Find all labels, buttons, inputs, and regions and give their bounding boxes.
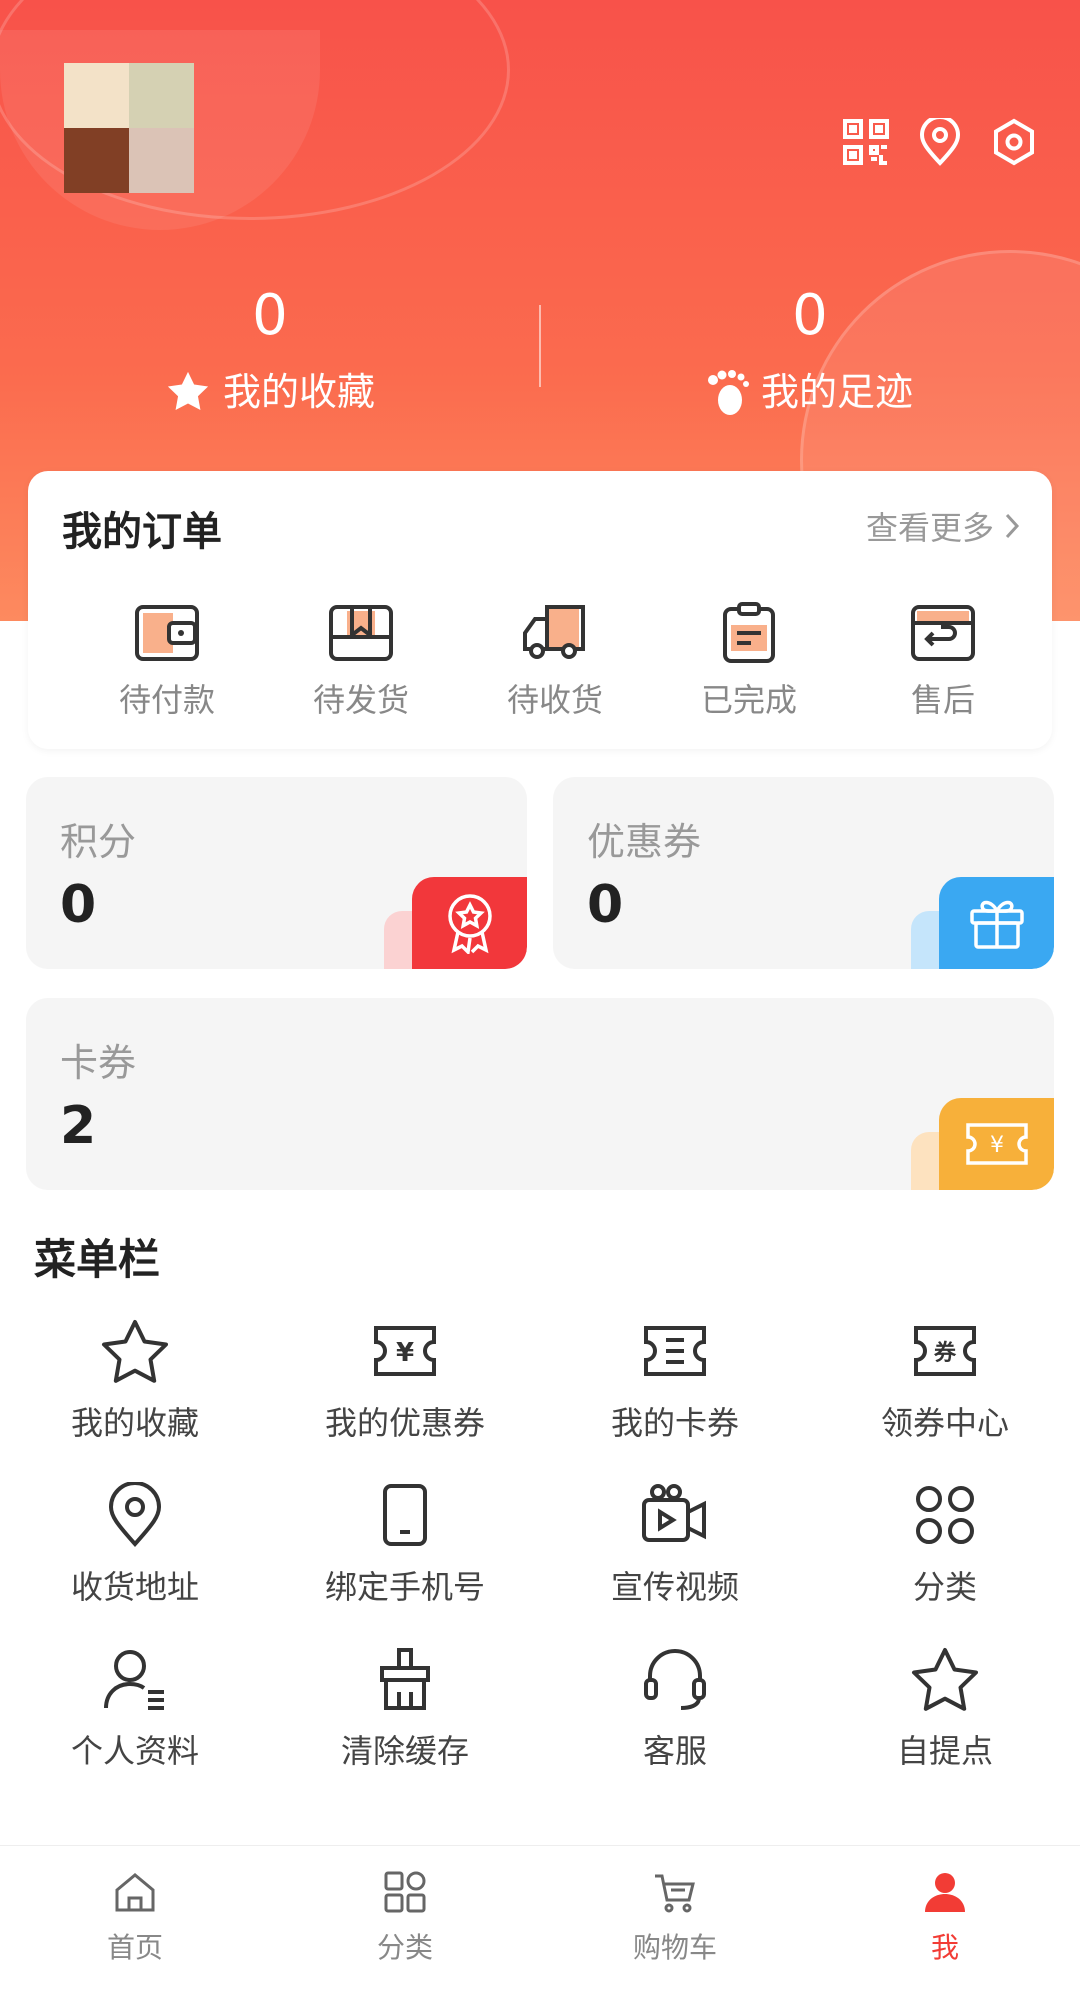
- menu-label: 宣传视频: [610, 1568, 739, 1606]
- footprints-stat[interactable]: 0 我的足迹: [540, 278, 1080, 422]
- card-ticket-icon: [644, 1326, 706, 1376]
- menu-item-customer-service[interactable]: 客服: [540, 1646, 810, 1810]
- star-outline-icon: [912, 1648, 978, 1711]
- menu-title: 菜单栏: [34, 1235, 161, 1284]
- menu-item-clear-cache[interactable]: 清除缓存: [270, 1646, 540, 1810]
- order-pending-receipt[interactable]: 待收货: [458, 601, 652, 721]
- gift-icon: [939, 877, 1054, 969]
- coupon-center-icon: 券: [914, 1326, 976, 1376]
- favorites-stat[interactable]: 0 我的收藏: [0, 278, 540, 422]
- cards-value: 2: [60, 1096, 97, 1156]
- star-icon: [102, 1320, 168, 1383]
- menu-item-address[interactable]: 收货地址: [0, 1482, 270, 1646]
- header-actions: [842, 118, 1038, 166]
- tab-label: 首页: [106, 1931, 163, 1964]
- tab-label: 购物车: [632, 1931, 717, 1964]
- yen-ticket-icon: ¥: [374, 1326, 436, 1376]
- order-label: 售后: [910, 681, 975, 719]
- order-pending-shipment[interactable]: 待发货: [264, 601, 458, 721]
- menu-label: 个人资料: [70, 1732, 199, 1770]
- settings-icon[interactable]: [990, 118, 1038, 166]
- menu-item-favorites[interactable]: 我的收藏: [0, 1318, 270, 1482]
- menu-item-my-coupons[interactable]: ¥ 我的优惠券: [270, 1318, 540, 1482]
- order-completed[interactable]: 已完成: [652, 601, 846, 721]
- wallet-icon: [135, 605, 199, 661]
- menu-item-profile[interactable]: 个人资料: [0, 1646, 270, 1810]
- card-ticket-card[interactable]: 卡券 2 ¥: [26, 998, 1054, 1190]
- after-sale-icon: [911, 605, 975, 661]
- location-icon[interactable]: [916, 118, 964, 166]
- menu-item-pickup-point[interactable]: 自提点: [810, 1646, 1080, 1810]
- svg-text:¥: ¥: [396, 1338, 414, 1368]
- menu-label: 我的收藏: [70, 1404, 199, 1442]
- clipboard-icon: [723, 602, 775, 663]
- order-label: 待收货: [506, 681, 603, 719]
- coupons-label: 优惠券: [587, 820, 702, 864]
- phone-icon: [383, 1484, 427, 1546]
- ticket-icon: ¥: [939, 1098, 1054, 1190]
- package-icon: [329, 605, 393, 661]
- menu-label: 我的优惠券: [324, 1404, 485, 1442]
- broom-icon: [380, 1648, 430, 1710]
- cart-icon: [655, 1874, 695, 1913]
- order-label: 已完成: [700, 681, 797, 719]
- menu-label: 我的卡券: [610, 1404, 739, 1442]
- location-pin-icon: [108, 1482, 162, 1547]
- menu-item-promo-video[interactable]: 宣传视频: [540, 1482, 810, 1646]
- user-icon: [925, 1873, 965, 1912]
- menu-label: 分类: [912, 1568, 977, 1606]
- tab-label: 我: [930, 1931, 959, 1964]
- menu-label: 领券中心: [880, 1404, 1009, 1442]
- menu-label: 清除缓存: [340, 1732, 469, 1770]
- view-more-label: 查看更多: [865, 509, 994, 547]
- menu-item-my-cards[interactable]: 我的卡券: [540, 1318, 810, 1482]
- star-filled-icon: [167, 371, 209, 410]
- points-label: 积分: [60, 820, 137, 864]
- tab-home[interactable]: 首页: [0, 1846, 270, 2011]
- menu-item-category[interactable]: 分类: [810, 1482, 1080, 1646]
- my-orders-card: 我的订单 查看更多 待付款 待发货 待收货 已完成 售后: [28, 471, 1052, 749]
- svg-text:¥: ¥: [990, 1133, 1004, 1158]
- cards-label: 卡券: [60, 1041, 137, 1085]
- truck-icon: [523, 605, 585, 659]
- svg-text:券: 券: [933, 1340, 957, 1366]
- footprints-label: 我的足迹: [760, 370, 913, 414]
- category-icon: [384, 1871, 426, 1913]
- orders-title: 我的订单: [62, 509, 222, 555]
- order-pending-payment[interactable]: 待付款: [70, 601, 264, 721]
- coupons-card[interactable]: 优惠券 0: [553, 777, 1054, 969]
- grid-icon: [916, 1486, 974, 1544]
- medal-icon: [412, 877, 527, 969]
- menu-item-bind-phone[interactable]: 绑定手机号: [270, 1482, 540, 1646]
- footprints-count: 0: [792, 283, 828, 348]
- menu-label: 绑定手机号: [324, 1568, 485, 1606]
- tab-category[interactable]: 分类: [270, 1846, 540, 2011]
- qrcode-icon[interactable]: [842, 118, 890, 166]
- headset-icon: [644, 1649, 706, 1710]
- order-label: 待付款: [118, 681, 215, 719]
- home-icon: [115, 1873, 155, 1912]
- menu-item-coupon-center[interactable]: 券 领券中心: [810, 1318, 1080, 1482]
- order-after-sale[interactable]: 售后: [846, 601, 1040, 721]
- tab-me[interactable]: 我: [810, 1846, 1080, 2011]
- menu-grid: 我的收藏 ¥ 我的优惠券 我的卡券 券 领券中心 收货地址 绑定手机号 宣传视频…: [0, 1318, 1080, 1810]
- tab-cart[interactable]: 购物车: [540, 1846, 810, 2011]
- coupons-value: 0: [587, 875, 624, 935]
- points-card[interactable]: 积分 0: [26, 777, 527, 969]
- video-camera-icon: [642, 1484, 706, 1542]
- order-label: 待发货: [312, 681, 409, 719]
- points-value: 0: [60, 875, 97, 935]
- tab-label: 分类: [376, 1931, 433, 1964]
- footprint-icon: [707, 370, 749, 415]
- bottom-tab-bar: 首页 分类 购物车 我: [0, 1845, 1080, 2011]
- favorites-count: 0: [252, 283, 288, 348]
- favorites-label: 我的收藏: [222, 370, 375, 414]
- menu-label: 自提点: [896, 1732, 993, 1770]
- profile-icon: [104, 1650, 164, 1710]
- menu-label: 客服: [642, 1732, 707, 1770]
- avatar[interactable]: [64, 63, 194, 193]
- chevron-right-icon: [1005, 513, 1020, 539]
- menu-label: 收货地址: [70, 1568, 199, 1606]
- view-more-link[interactable]: 查看更多: [866, 503, 1020, 549]
